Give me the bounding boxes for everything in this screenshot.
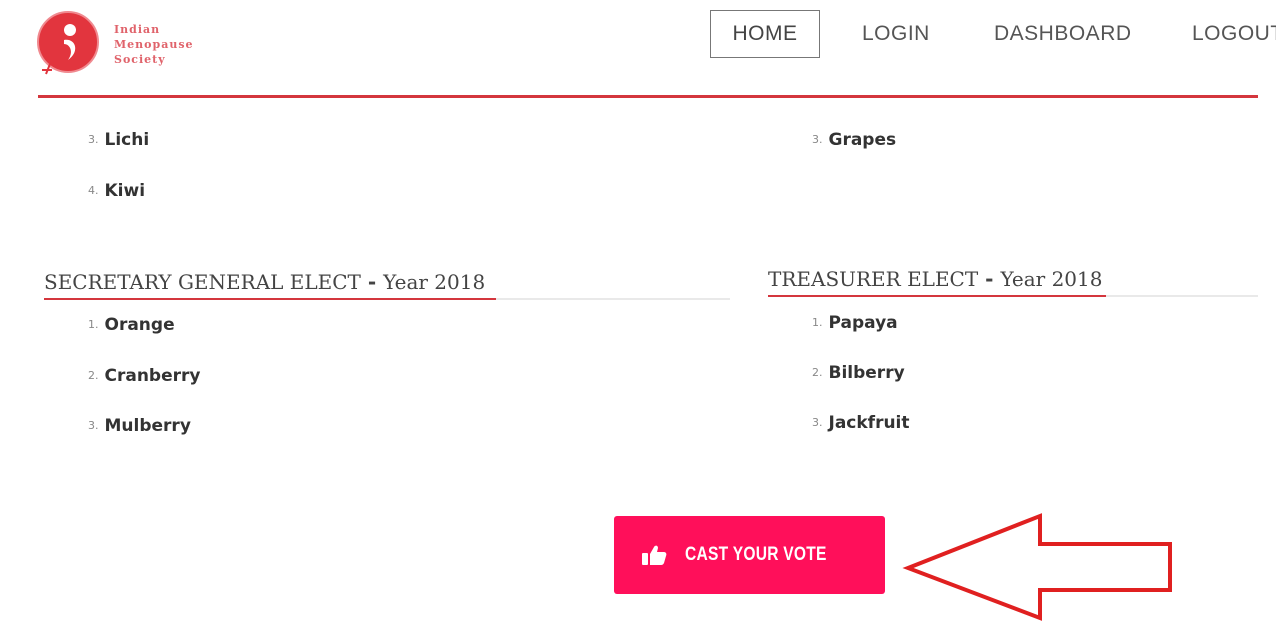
logo-wordmark: Indian Menopause Society <box>114 22 194 67</box>
list-item: 3. Lichi <box>88 130 149 150</box>
page: Indian Menopause Society HOME LOGIN DASH… <box>0 0 1276 621</box>
society-logo-icon <box>37 11 99 75</box>
nav-home[interactable]: HOME <box>710 10 820 58</box>
list-number: 3. <box>812 416 823 429</box>
candidate-name: Orange <box>104 315 175 335</box>
list-number: 3. <box>812 133 823 146</box>
list-number: 2. <box>812 366 823 379</box>
candidate-name: Jackfruit <box>828 413 910 433</box>
cast-vote-label: CAST YOUR VOTE <box>685 544 827 565</box>
left-arrow-outline-icon <box>902 513 1172 621</box>
logo-line-1: Indian <box>114 23 161 36</box>
logo-line-3: Society <box>114 53 166 66</box>
list-item: 1. Orange <box>88 315 175 335</box>
candidate-name: Grapes <box>828 130 897 150</box>
section-title-text: SECRETARY GENERAL ELECT <box>44 270 361 294</box>
list-number: 3. <box>88 133 99 146</box>
list-item: 3. Jackfruit <box>812 413 910 433</box>
candidate-name: Papaya <box>828 313 898 333</box>
list-number: 2. <box>88 369 99 382</box>
list-number: 1. <box>88 318 99 331</box>
list-item: 2. Cranberry <box>88 366 200 386</box>
nav-login[interactable]: LOGIN <box>862 22 930 46</box>
list-item: 2. Bilberry <box>812 363 905 383</box>
section-underline-accent <box>768 295 1106 297</box>
cast-vote-button[interactable]: CAST YOUR VOTE <box>614 516 885 594</box>
section-title-separator: - <box>978 267 1001 291</box>
candidate-name: Lichi <box>104 130 150 150</box>
section-title-text: TREASURER ELECT <box>768 267 979 291</box>
thumbs-up-icon <box>642 545 667 565</box>
header-divider <box>38 95 1258 98</box>
candidate-name: Cranberry <box>104 366 201 386</box>
nav-logout[interactable]: LOGOUT <box>1192 22 1276 46</box>
list-number: 4. <box>88 184 99 197</box>
section-title-year: Year 2018 <box>1000 267 1103 291</box>
section-title-secretary: SECRETARY GENERAL ELECT - Year 2018 <box>44 270 485 294</box>
section-title-separator: - <box>360 270 384 294</box>
site-header: Indian Menopause Society HOME LOGIN DASH… <box>0 0 1276 96</box>
logo-line-2: Menopause <box>114 38 194 51</box>
candidate-name: Kiwi <box>104 181 146 201</box>
section-underline-accent <box>44 298 496 300</box>
list-item: 1. Papaya <box>812 313 898 333</box>
list-number: 3. <box>88 419 99 432</box>
candidate-name: Bilberry <box>828 363 905 383</box>
candidate-name: Mulberry <box>104 416 191 436</box>
section-title-treasurer: TREASURER ELECT - Year 2018 <box>768 267 1102 291</box>
section-title-year: Year 2018 <box>383 270 486 294</box>
site-logo[interactable]: Indian Menopause Society <box>34 8 224 78</box>
list-item: 3. Mulberry <box>88 416 191 436</box>
list-number: 1. <box>812 316 823 329</box>
list-item: 4. Kiwi <box>88 181 145 201</box>
nav-dashboard[interactable]: DASHBOARD <box>994 22 1132 46</box>
list-item: 3. Grapes <box>812 130 896 150</box>
